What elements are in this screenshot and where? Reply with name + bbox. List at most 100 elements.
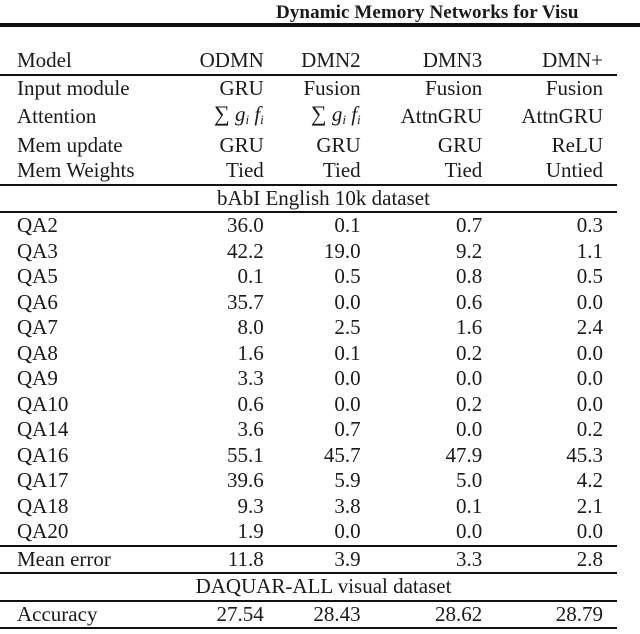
section-row-daquar: DAQUAR-ALL visual dataset <box>0 573 617 602</box>
cell: Fusion <box>360 73 483 101</box>
cell: 0.0 <box>576 366 603 390</box>
cell: 0.0 <box>576 340 603 365</box>
cell: 0.1 <box>456 493 483 518</box>
babi-rows: QA2 36.0 0.1 0.7 0.3 QA3 42.2 19.0 9.2 1.1 QA5 0.1 0… <box>0 212 617 546</box>
column-header-dmn3: DMN3 <box>422 48 483 72</box>
cell: 11.8 <box>163 544 264 574</box>
row-label: QA7 <box>17 315 58 339</box>
cell: 28.79 <box>482 600 617 629</box>
cell: 0.3 <box>576 213 603 237</box>
header-row: Model ODMN DMN2 DMN3 DMN+ <box>0 48 617 75</box>
row-label: Attention <box>17 104 97 128</box>
cell: 0.7 <box>334 417 361 441</box>
cell: 0.7 <box>456 213 483 237</box>
cell: Tied <box>360 158 483 186</box>
cell: 0.1 <box>334 213 361 237</box>
cell: GRU <box>163 73 264 101</box>
babi-row: QA9 3.3 0.0 0.0 0.0 <box>0 366 617 392</box>
cell: 5.9 <box>334 468 361 492</box>
cell: 0.0 <box>334 391 361 416</box>
row-label: QA16 <box>17 442 69 467</box>
row-label: QA2 <box>17 213 58 237</box>
cell: 1.1 <box>576 238 603 263</box>
row-label: Mem Weights <box>0 158 164 186</box>
column-header-odmn: ODMN <box>199 48 264 72</box>
cell: 5.0 <box>456 468 483 492</box>
cell: 9.2 <box>456 238 483 263</box>
cell: 39.6 <box>227 468 264 492</box>
cell: 0.1 <box>334 340 361 365</box>
babi-row: QA20 1.9 0.0 0.0 0.0 <box>0 519 617 546</box>
config-row-attention: Attention ∑ gi fi ∑ gi fi AttnGRU AttnGR… <box>0 101 617 133</box>
babi-row: QA5 0.1 0.5 0.8 0.5 <box>0 264 617 290</box>
cell: 28.62 <box>360 600 483 629</box>
row-label: Accuracy <box>0 600 164 629</box>
cell: 2.1 <box>576 493 603 518</box>
babi-row: QA16 55.1 45.7 47.9 45.3 <box>0 443 617 469</box>
babi-row: QA17 39.6 5.9 5.0 4.2 <box>0 468 617 494</box>
cell: 9.3 <box>237 493 264 518</box>
cell: AttnGRU <box>521 104 603 128</box>
cell: 0.0 <box>334 366 361 390</box>
config-row-input-module: Input module GRU Fusion Fusion Fusion <box>0 73 617 101</box>
column-header-model: Model <box>17 48 72 72</box>
cell: 0.0 <box>456 417 483 441</box>
babi-row: QA8 1.6 0.1 0.2 0.0 <box>0 341 617 367</box>
row-label: QA17 <box>17 468 69 492</box>
cell: 1.9 <box>237 519 264 543</box>
cell: Untied <box>482 158 617 186</box>
cell: 19.0 <box>323 238 361 263</box>
results-table: Model ODMN DMN2 DMN3 DMN+ Input module G… <box>0 48 617 629</box>
cell: 45.3 <box>566 442 603 467</box>
running-head-rule <box>0 23 640 27</box>
cell: 3.9 <box>263 544 361 574</box>
cell: 1.6 <box>237 340 264 365</box>
cell: 3.3 <box>360 544 483 574</box>
cell: 0.6 <box>456 289 483 314</box>
cell: 0.2 <box>456 340 483 365</box>
cell: 1.6 <box>456 315 483 339</box>
cell: 2.4 <box>576 315 603 339</box>
cell: 35.7 <box>227 289 264 314</box>
column-header-dmn2: DMN2 <box>301 48 361 72</box>
cell: Fusion <box>482 73 617 101</box>
config-row-mem-weights: Mem Weights Tied Tied Tied Untied <box>0 158 617 186</box>
row-label: QA5 <box>17 264 58 288</box>
cell: 0.8 <box>456 264 483 288</box>
cell: 28.43 <box>263 600 361 629</box>
cell: Tied <box>263 158 361 186</box>
cell: 0.5 <box>576 264 603 288</box>
cell: 0.0 <box>576 391 603 416</box>
cell: 0.0 <box>334 289 361 314</box>
cell: 3.6 <box>237 417 264 441</box>
cell: 0.0 <box>456 519 483 543</box>
babi-row: QA10 0.6 0.0 0.2 0.0 <box>0 392 617 418</box>
cell: 2.8 <box>482 544 617 574</box>
cell: 0.2 <box>576 417 603 441</box>
row-label: QA6 <box>17 289 58 314</box>
cell: 45.7 <box>323 442 361 467</box>
row-label: QA20 <box>17 519 69 543</box>
accuracy-row: Accuracy 27.54 28.43 28.62 28.79 <box>0 600 617 629</box>
babi-row: QA6 35.7 0.0 0.6 0.0 <box>0 290 617 316</box>
cell-attention-formula: ∑ gi fi <box>310 101 361 127</box>
row-label: QA9 <box>17 366 58 390</box>
row-label: QA18 <box>17 493 69 518</box>
cell: 0.0 <box>334 519 361 543</box>
cell: GRU <box>437 132 483 157</box>
cell-attention-formula: ∑ gi fi <box>214 101 264 127</box>
babi-row: QA2 36.0 0.1 0.7 0.3 <box>0 212 617 239</box>
cell: 3.3 <box>237 366 264 390</box>
row-label: QA8 <box>17 340 58 365</box>
babi-row: QA18 9.3 3.8 0.1 2.1 <box>0 494 617 520</box>
cell: 4.2 <box>576 468 603 492</box>
cell: GRU <box>219 132 264 157</box>
running-head: Dynamic Memory Networks for Visu <box>0 0 640 22</box>
row-label: Mean error <box>0 544 164 574</box>
column-header-dmn-plus: DMN+ <box>542 48 603 72</box>
babi-row: QA3 42.2 19.0 9.2 1.1 <box>0 239 617 265</box>
section-title-daquar: DAQUAR-ALL visual dataset <box>0 573 617 602</box>
mean-error-row: Mean error 11.8 3.9 3.3 2.8 <box>0 544 617 574</box>
section-row-babi: bAbI English 10k dataset <box>0 184 617 213</box>
cell: 0.6 <box>237 391 264 416</box>
